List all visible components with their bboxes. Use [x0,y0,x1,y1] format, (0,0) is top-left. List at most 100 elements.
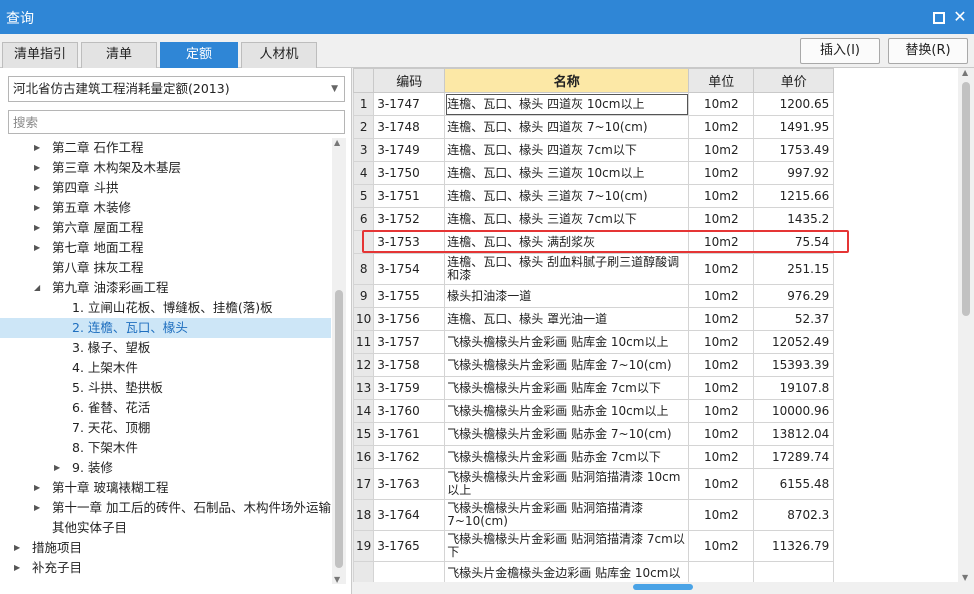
triangle-right-icon[interactable]: ▶ [54,458,64,478]
row-number[interactable]: 5 [353,184,375,208]
cell-unit[interactable]: 10m2 [688,284,755,308]
table-row[interactable]: 2 3-1748 连檐、瓦口、椽头 四道灰 7~10(cm) 10m2 1491.95 [353,115,835,139]
cell-name[interactable]: 连檐、瓦口、椽头 三道灰 7~10(cm) [444,184,690,208]
cell-code[interactable]: 3-1764 [373,499,446,531]
header-price[interactable]: 单价 [753,68,835,93]
table-row[interactable]: 12 3-1758 飞椽头檐椽头片金彩画 贴库金 7~10(cm) 10m2 15393… [353,353,835,377]
cell-code[interactable]: 3-1756 [373,307,446,331]
cell-price[interactable]: 8702.3 [753,499,835,531]
scroll-down-icon[interactable]: ▼ [334,575,340,584]
cell-price[interactable]: 1491.95 [753,115,835,139]
cell-name[interactable]: 飞椽头片金檐椽头金边彩画 贴库金 10cm以 [444,561,690,582]
cell-name[interactable]: 连檐、瓦口、椽头 四道灰 10cm以上 [444,92,690,116]
row-number[interactable]: 17 [353,468,375,500]
row-number[interactable]: 10 [353,307,375,331]
cell-name[interactable]: 飞椽头檐椽头片金彩画 贴洞箔描清漆 7cm以下 [444,530,690,562]
triangle-right-icon[interactable]: ▶ [14,538,24,558]
tree-item[interactable]: ▶ 第四章 斗拱 [0,178,331,198]
cell-unit[interactable]: 10m2 [688,530,755,562]
cell-code[interactable]: 3-1762 [373,445,446,469]
tree-item[interactable]: 其他实体子目 [0,518,331,538]
row-number[interactable]: 15 [353,422,375,446]
tree-item[interactable]: 第八章 抹灰工程 [0,258,331,278]
triangle-down-icon[interactable]: ◢ [34,278,44,298]
cell-price[interactable] [753,561,835,582]
cell-price[interactable]: 1215.66 [753,184,835,208]
table-row[interactable]: 3 3-1749 连檐、瓦口、椽头 四道灰 7cm以下 10m2 1753.49 [353,138,835,162]
table-row[interactable]: 9 3-1755 椽头扣油漆一道 10m2 976.29 [353,284,835,308]
cell-price[interactable]: 13812.04 [753,422,835,446]
maximize-icon[interactable] [930,9,946,25]
triangle-right-icon[interactable]: ▶ [34,498,44,518]
tree-item[interactable]: 5. 斗拱、垫拱板 [0,378,331,398]
table-row[interactable]: 飞椽头片金檐椽头金边彩画 贴库金 10cm以 [353,561,835,582]
triangle-right-icon[interactable]: ▶ [34,238,44,258]
cell-code[interactable]: 3-1754 [373,253,446,285]
tree-item[interactable]: ▶ 措施项目 [0,538,331,558]
cell-unit[interactable]: 10m2 [688,499,755,531]
cell-name[interactable]: 飞椽头檐椽头片金彩画 贴库金 10cm以上 [444,330,690,354]
tab-labor-material[interactable]: 人材机 [241,42,317,68]
cell-price[interactable]: 1435.2 [753,207,835,231]
tree-item[interactable]: ▶ 第十章 玻璃裱糊工程 [0,478,331,498]
tree-item[interactable]: ▶ 第十一章 加工后的砖件、石制品、木构件场外运输 [0,498,331,518]
cell-name[interactable]: 连檐、瓦口、椽头 三道灰 7cm以下 [444,207,690,231]
cell-name[interactable]: 飞椽头檐椽头片金彩画 贴库金 7~10(cm) [444,353,690,377]
cell-name[interactable]: 飞椽头檐椽头片金彩画 贴赤金 10cm以上 [444,399,690,423]
cell-price[interactable]: 19107.8 [753,376,835,400]
table-row[interactable]: 11 3-1757 飞椽头檐椽头片金彩画 贴库金 10cm以上 10m2 12052.4… [353,330,835,354]
cell-unit[interactable]: 10m2 [688,399,755,423]
tree-item[interactable]: ▶ 9. 装修 [0,458,331,478]
cell-unit[interactable]: 10m2 [688,138,755,162]
row-number[interactable]: 4 [353,161,375,185]
cell-code[interactable]: 3-1752 [373,207,446,231]
triangle-right-icon[interactable]: ▶ [14,558,24,578]
cell-code[interactable]: 3-1765 [373,530,446,562]
cell-name[interactable]: 连檐、瓦口、椽头 四道灰 7cm以下 [444,138,690,162]
row-number[interactable]: 18 [353,499,375,531]
cell-code[interactable]: 3-1757 [373,330,446,354]
cell-price[interactable]: 6155.48 [753,468,835,500]
close-icon[interactable]: ✕ [952,9,968,25]
row-number[interactable]: 2 [353,115,375,139]
tab-quota[interactable]: 定额 [160,42,238,68]
cell-unit[interactable]: 10m2 [688,184,755,208]
replace-button[interactable]: 替换(R) [888,38,968,64]
table-row[interactable]: 14 3-1760 飞椽头檐椽头片金彩画 贴赤金 10cm以上 10m2 10000.9… [353,399,835,423]
cell-price[interactable]: 976.29 [753,284,835,308]
grid-hscroll-thumb[interactable] [633,584,693,590]
tree-item[interactable]: 2. 连檐、瓦口、椽头 [0,318,331,338]
search-input[interactable] [8,110,345,134]
tree-item[interactable]: 7. 天花、顶棚 [0,418,331,438]
cell-unit[interactable]: 10m2 [688,307,755,331]
cell-name[interactable]: 椽头扣油漆一道 [444,284,690,308]
cell-price[interactable]: 1200.65 [753,92,835,116]
grid-vertical-scrollbar[interactable]: ▲ ▼ [958,68,974,582]
cell-unit[interactable]: 10m2 [688,253,755,285]
table-row[interactable]: 16 3-1762 飞椽头檐椽头片金彩画 贴赤金 7cm以下 10m2 17289.74 [353,445,835,469]
table-row[interactable]: 19 3-1765 飞椽头檐椽头片金彩画 贴洞箔描清漆 7cm以下 10m2 11326… [353,530,835,562]
cell-name[interactable]: 连檐、瓦口、椽头 三道灰 10cm以上 [444,161,690,185]
cell-code[interactable]: 3-1750 [373,161,446,185]
cell-price[interactable]: 17289.74 [753,445,835,469]
chevron-down-icon[interactable]: ▼ [331,77,338,101]
row-number[interactable]: 14 [353,399,375,423]
row-number[interactable]: 6 [353,207,375,231]
table-row[interactable]: 4 3-1750 连檐、瓦口、椽头 三道灰 10cm以上 10m2 997.92 [353,161,835,185]
cell-code[interactable]: 3-1755 [373,284,446,308]
cell-price[interactable]: 1753.49 [753,138,835,162]
triangle-right-icon[interactable]: ▶ [34,478,44,498]
row-number[interactable]: 12 [353,353,375,377]
tree-item[interactable]: ▶ 第五章 木装修 [0,198,331,218]
cell-unit[interactable]: 10m2 [688,330,755,354]
cell-name[interactable]: 连檐、瓦口、椽头 刮血料腻子刷三道醇酸调和漆 [444,253,690,285]
cell-unit[interactable]: 10m2 [688,353,755,377]
row-number[interactable]: 1 [353,92,375,116]
table-row[interactable]: 8 3-1754 连檐、瓦口、椽头 刮血料腻子刷三道醇酸调和漆 10m2 251.15 [353,253,835,285]
cell-name[interactable]: 连檐、瓦口、椽头 罩光油一道 [444,307,690,331]
tree-item[interactable]: 3. 椽子、望板 [0,338,331,358]
cell-price[interactable]: 10000.96 [753,399,835,423]
tree-item[interactable]: ▶ 第三章 木构架及木基层 [0,158,331,178]
cell-unit[interactable]: 10m2 [688,376,755,400]
cell-unit[interactable]: 10m2 [688,161,755,185]
